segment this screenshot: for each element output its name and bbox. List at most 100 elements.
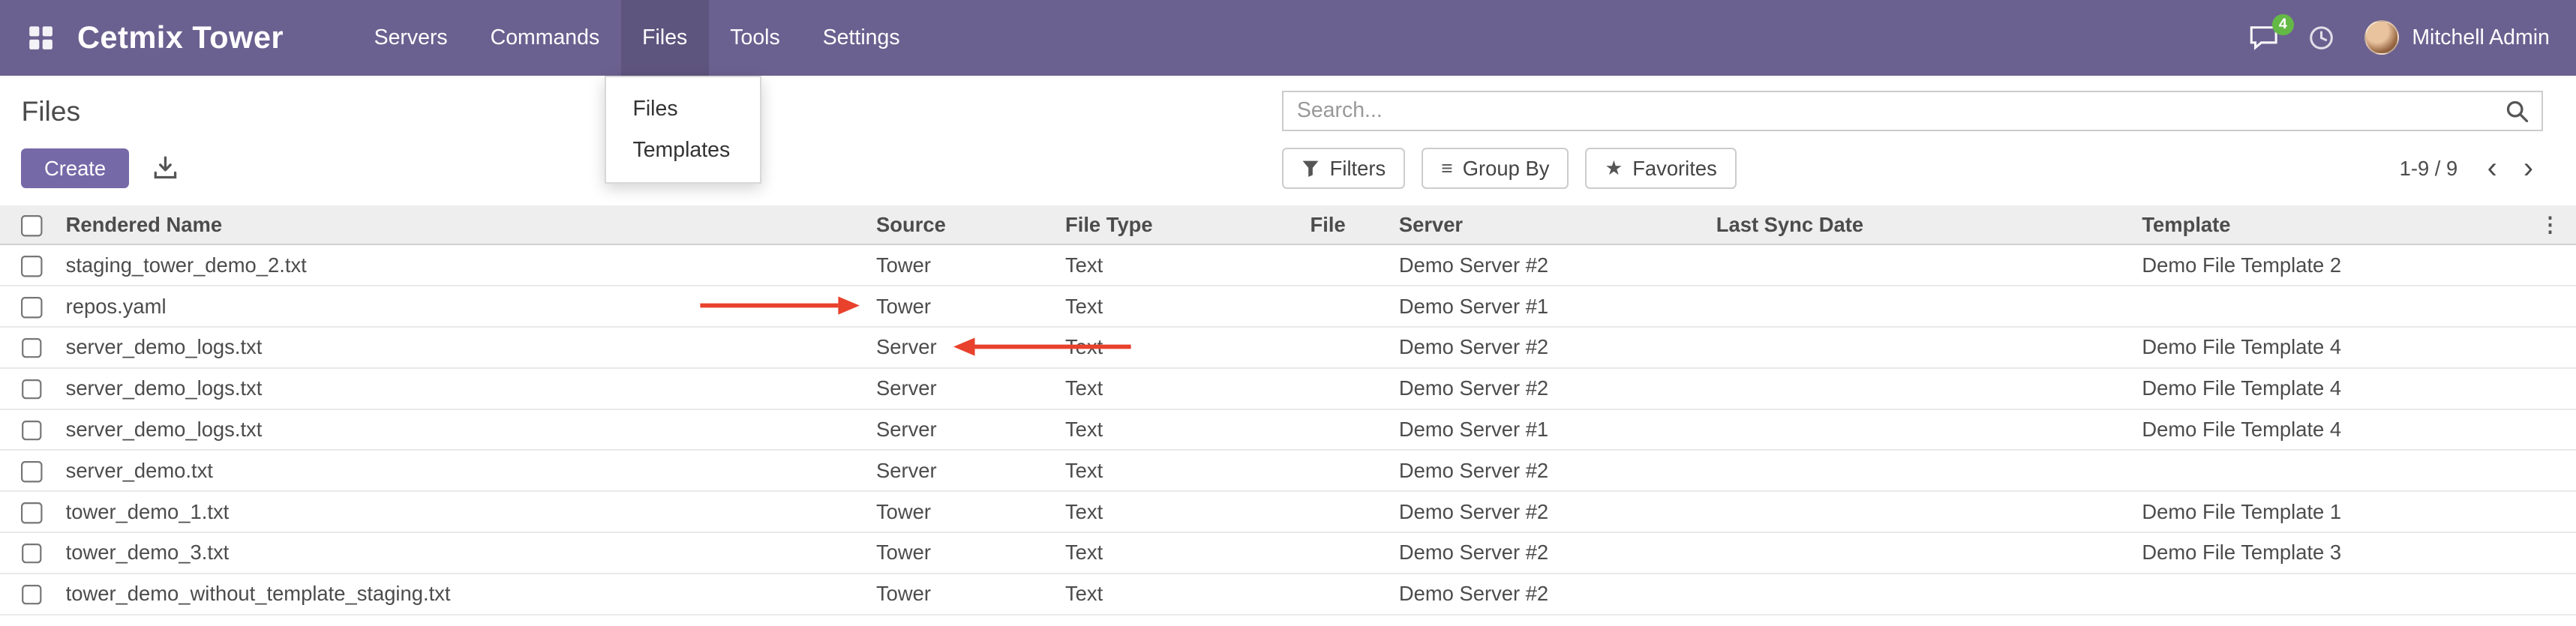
cell-server[interactable]: Demo Server #2 [1399, 532, 1716, 574]
cell-file-type[interactable]: Text [1065, 368, 1311, 409]
cell-file[interactable] [1311, 450, 1399, 491]
column-header-source[interactable]: Source [876, 205, 1065, 245]
cell-file-type[interactable]: Text [1065, 491, 1311, 532]
row-checkbox[interactable] [21, 585, 42, 606]
cell-rendered-name[interactable]: tower_demo_1.txt [66, 491, 876, 532]
search-icon[interactable] [2492, 100, 2541, 123]
cell-last-sync-date[interactable] [1716, 368, 2142, 409]
cell-template[interactable]: Demo File Template 4 [2142, 327, 2539, 368]
download-button[interactable] [150, 153, 182, 184]
user-menu[interactable]: Mitchell Admin [2364, 20, 2550, 55]
cell-server[interactable]: Demo Server #2 [1399, 327, 1716, 368]
cell-template[interactable]: Demo File Template 4 [2142, 368, 2539, 409]
cell-server[interactable]: Demo Server #1 [1399, 286, 1716, 327]
cell-last-sync-date[interactable] [1716, 491, 2142, 532]
row-checkbox[interactable] [21, 256, 42, 277]
table-row[interactable]: server_demo_logs.txt Server Text Demo Se… [0, 368, 2576, 409]
table-row[interactable]: staging_tower_demo_2.txt Tower Text Demo… [0, 244, 2576, 286]
cell-template[interactable]: Demo File Template 4 [2142, 409, 2539, 451]
cell-last-sync-date[interactable] [1716, 574, 2142, 615]
cell-template[interactable] [2142, 286, 2539, 327]
cell-file[interactable] [1311, 409, 1399, 451]
create-button[interactable]: Create [21, 148, 128, 188]
cell-file[interactable] [1311, 368, 1399, 409]
cell-file[interactable] [1311, 286, 1399, 327]
row-checkbox[interactable] [21, 461, 42, 482]
messages-button[interactable]: 4 [2249, 25, 2278, 50]
cell-rendered-name[interactable]: server_demo_logs.txt [66, 409, 876, 451]
cell-template[interactable]: Demo File Template 2 [2142, 244, 2539, 286]
table-row[interactable]: tower_demo_1.txt Tower Text Demo Server … [0, 491, 2576, 532]
activities-button[interactable] [2308, 25, 2334, 51]
cell-server[interactable]: Demo Server #2 [1399, 450, 1716, 491]
table-row[interactable]: repos.yaml Tower Text Demo Server #1 [0, 286, 2576, 327]
cell-source[interactable]: Server [876, 368, 1065, 409]
cell-file[interactable] [1311, 574, 1399, 615]
cell-source[interactable]: Server [876, 327, 1065, 368]
cell-template[interactable]: Demo File Template 1 [2142, 491, 2539, 532]
table-row[interactable]: tower_demo_without_template_staging.txt … [0, 574, 2576, 615]
row-checkbox[interactable] [21, 379, 42, 400]
cell-last-sync-date[interactable] [1716, 409, 2142, 451]
pager-previous-button[interactable]: ‹ [2478, 154, 2507, 183]
row-checkbox[interactable] [21, 297, 42, 318]
column-header-server[interactable]: Server [1399, 205, 1716, 245]
cell-file-type[interactable]: Text [1065, 574, 1311, 615]
cell-file-type[interactable]: Text [1065, 244, 1311, 286]
cell-server[interactable]: Demo Server #2 [1399, 574, 1716, 615]
cell-last-sync-date[interactable] [1716, 244, 2142, 286]
cell-file-type[interactable]: Text [1065, 327, 1311, 368]
cell-server[interactable]: Demo Server #2 [1399, 491, 1716, 532]
dropdown-item-templates[interactable]: Templates [606, 130, 759, 171]
cell-server[interactable]: Demo Server #1 [1399, 409, 1716, 451]
cell-rendered-name[interactable]: server_demo_logs.txt [66, 368, 876, 409]
cell-server[interactable]: Demo Server #2 [1399, 244, 1716, 286]
column-header-template[interactable]: Template [2142, 205, 2539, 245]
cell-template[interactable] [2142, 574, 2539, 615]
cell-last-sync-date[interactable] [1716, 286, 2142, 327]
menu-files[interactable]: Files [621, 0, 709, 76]
cell-file-type[interactable]: Text [1065, 532, 1311, 574]
row-checkbox[interactable] [21, 421, 42, 442]
row-checkbox[interactable] [21, 544, 42, 565]
cell-rendered-name[interactable]: server_demo_logs.txt [66, 327, 876, 368]
table-row[interactable]: server_demo_logs.txt Server Text Demo Se… [0, 409, 2576, 451]
column-header-rendered-name[interactable]: Rendered Name [66, 205, 876, 245]
filters-button[interactable]: Filters [1282, 148, 1405, 189]
cell-rendered-name[interactable]: server_demo.txt [66, 450, 876, 491]
row-checkbox[interactable] [21, 502, 42, 523]
cell-source[interactable]: Tower [876, 286, 1065, 327]
group-by-button[interactable]: ≡ Group By [1422, 148, 1569, 189]
cell-source[interactable]: Tower [876, 491, 1065, 532]
cell-rendered-name[interactable]: repos.yaml [66, 286, 876, 327]
column-header-file-type[interactable]: File Type [1065, 205, 1311, 245]
cell-template[interactable] [2142, 450, 2539, 491]
cell-file[interactable] [1311, 244, 1399, 286]
menu-servers[interactable]: Servers [353, 0, 469, 76]
cell-rendered-name[interactable]: tower_demo_3.txt [66, 532, 876, 574]
cell-source[interactable]: Tower [876, 244, 1065, 286]
pager-next-button[interactable]: › [2514, 154, 2543, 183]
cell-file-type[interactable]: Text [1065, 409, 1311, 451]
column-header-last-sync-date[interactable]: Last Sync Date [1716, 205, 2142, 245]
apps-menu-button[interactable] [21, 18, 61, 58]
cell-source[interactable]: Server [876, 450, 1065, 491]
optional-columns-toggle[interactable]: ⋮ [2540, 205, 2576, 245]
menu-commands[interactable]: Commands [469, 0, 621, 76]
select-all-checkbox[interactable] [21, 215, 42, 236]
cell-file-type[interactable]: Text [1065, 286, 1311, 327]
cell-last-sync-date[interactable] [1716, 450, 2142, 491]
row-checkbox[interactable] [21, 338, 42, 359]
cell-last-sync-date[interactable] [1716, 532, 2142, 574]
cell-rendered-name[interactable]: tower_demo_without_template_staging.txt [66, 574, 876, 615]
cell-rendered-name[interactable]: staging_tower_demo_2.txt [66, 244, 876, 286]
favorites-button[interactable]: ★ Favorites [1585, 148, 1736, 189]
menu-tools[interactable]: Tools [709, 0, 801, 76]
table-row[interactable]: server_demo.txt Server Text Demo Server … [0, 450, 2576, 491]
cell-last-sync-date[interactable] [1716, 327, 2142, 368]
cell-source[interactable]: Tower [876, 574, 1065, 615]
cell-file[interactable] [1311, 327, 1399, 368]
column-header-file[interactable]: File [1311, 205, 1399, 245]
cell-source[interactable]: Tower [876, 532, 1065, 574]
table-row[interactable]: server_demo_logs.txt Server Text Demo Se… [0, 327, 2576, 368]
